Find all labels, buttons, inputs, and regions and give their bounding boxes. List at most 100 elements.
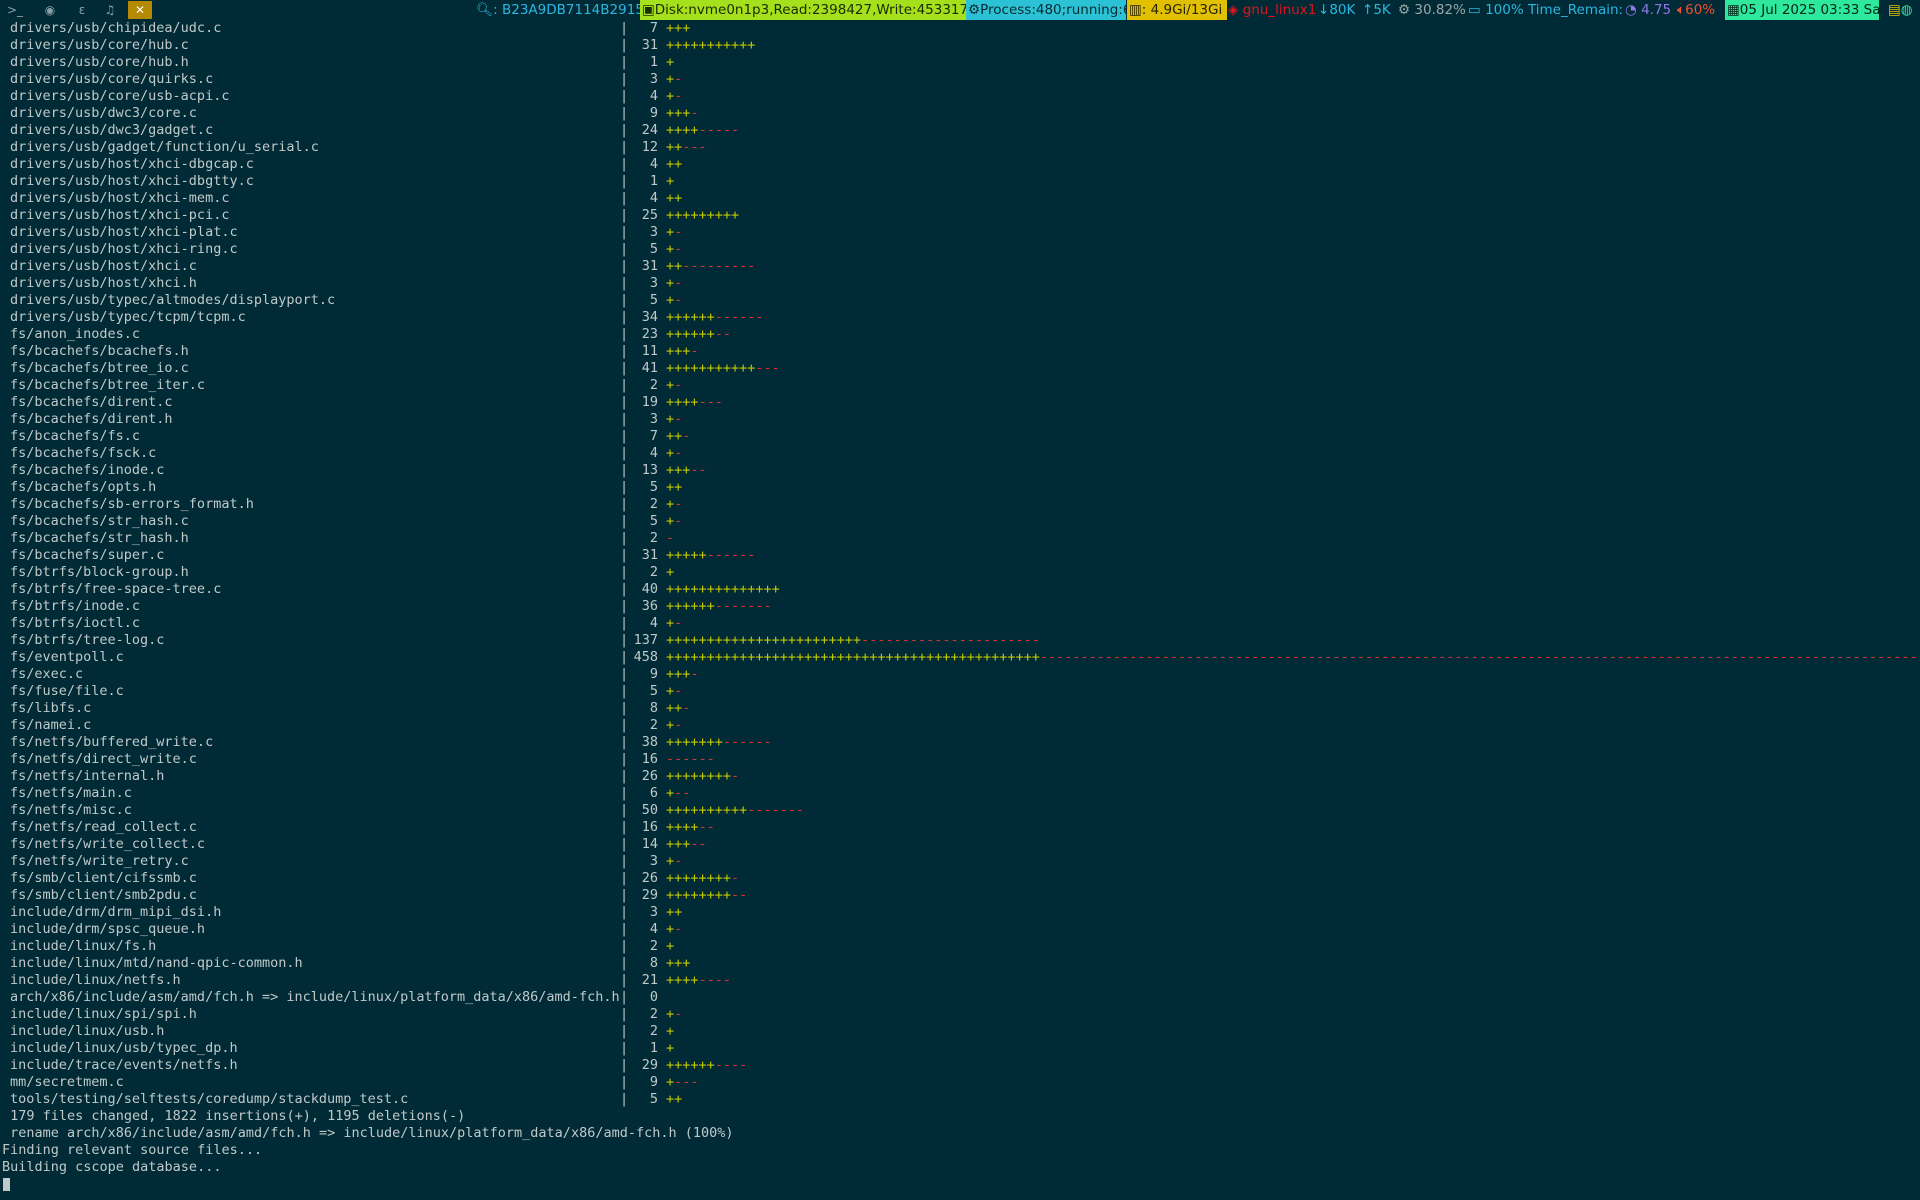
change-graph: +- <box>666 615 682 632</box>
tray-icons[interactable]: ▤◍ <box>1888 0 1913 20</box>
change-graph: + <box>666 173 674 190</box>
file-path: drivers/usb/typec/tcpm/tcpm.c <box>10 309 246 325</box>
workspace-linux-icon[interactable]: ♫ <box>98 1 122 19</box>
change-count: 2 <box>649 530 658 546</box>
workspace-terminal-icon[interactable]: >_ <box>3 1 27 19</box>
diffstat-row: fs/bcachefs/dirent.h | 3 +- <box>0 411 1920 428</box>
column-separator: | <box>620 887 629 903</box>
deletions-graph: - <box>674 292 683 308</box>
workspace-editor-icon[interactable]: ε <box>70 1 94 19</box>
change-graph: + <box>666 564 674 581</box>
insertions-graph: + <box>666 683 675 699</box>
column-separator: | <box>620 1023 629 1039</box>
download-arrow-icon: ↓ <box>1318 2 1330 18</box>
cpu-gear-icon: ⚙ <box>1398 2 1411 18</box>
diffstat-row: fs/anon_inodes.c | 23 ++++++-- <box>0 326 1920 343</box>
change-graph: +++- <box>666 343 699 360</box>
column-separator: | <box>620 445 629 461</box>
column-separator: | <box>620 853 629 869</box>
column-separator: | <box>620 785 629 801</box>
file-path: fs/btrfs/block-group.h <box>10 564 189 580</box>
column-separator: | <box>620 1006 629 1022</box>
insertions-graph: + <box>666 564 675 580</box>
change-count: 34 <box>641 309 658 325</box>
change-graph: +++ <box>666 20 690 37</box>
change-graph: +- <box>666 683 682 700</box>
change-count: 5 <box>649 683 658 699</box>
cpu-text: 30.82% <box>1414 2 1466 18</box>
file-path: fs/bcachefs/fs.c <box>10 428 141 444</box>
deletions-graph: - <box>674 615 683 631</box>
terminal-output[interactable]: drivers/usb/chipidea/udc.c | 7 +++ drivers/u… <box>0 20 1920 1200</box>
tray-network-icon[interactable]: ◍ <box>1901 2 1913 18</box>
change-count: 24 <box>641 122 658 138</box>
change-graph: ++++++++++++++++++++++++----------------… <box>666 632 1040 649</box>
change-graph: ++ <box>666 1091 682 1108</box>
insertions-graph: + <box>666 785 675 801</box>
file-path: fs/netfs/internal.h <box>10 768 165 784</box>
prompt-row[interactable] <box>0 1176 1920 1193</box>
insertions-graph: ++ <box>666 904 683 920</box>
insertions-graph: ++++++ <box>666 1057 715 1073</box>
change-count: 458 <box>633 649 658 665</box>
column-separator: | <box>620 105 629 121</box>
deletions-graph: - <box>690 343 699 359</box>
diffstat-row: include/linux/usb.h | 2 + <box>0 1023 1920 1040</box>
insertions-graph: + <box>666 938 675 954</box>
workspace-tools-icon[interactable]: ✕ <box>128 1 152 19</box>
deletions-graph: ------ <box>666 751 715 767</box>
file-path: fs/bcachefs/fsck.c <box>10 445 157 461</box>
change-count: 7 <box>649 20 658 36</box>
change-graph: + <box>666 1023 674 1040</box>
change-count: 2 <box>649 377 658 393</box>
process-text: Process:480;running:6 <box>980 2 1126 18</box>
file-path: drivers/usb/core/usb-acpi.c <box>10 88 230 104</box>
deletions-graph: ------- <box>714 598 772 614</box>
terminal-cursor[interactable] <box>3 1178 10 1191</box>
tray-app-icon[interactable]: ▤ <box>1888 2 1901 18</box>
column-separator: | <box>620 683 629 699</box>
change-count: 3 <box>649 275 658 291</box>
column-separator: | <box>620 326 629 342</box>
insertions-graph: ++++++++++ <box>666 802 748 818</box>
insertions-graph: +++ <box>666 105 691 121</box>
diffstat-row: fs/bcachefs/dirent.c | 19 ++++--- <box>0 394 1920 411</box>
change-count: 31 <box>641 547 658 563</box>
insertions-graph: ++++++++ <box>666 887 732 903</box>
column-separator: | <box>620 836 629 852</box>
workspace-browser-icon[interactable]: ◉ <box>38 1 62 19</box>
file-path: drivers/usb/chipidea/udc.c <box>10 20 222 36</box>
diffstat-row: drivers/usb/host/xhci-plat.c | 3 +- <box>0 224 1920 241</box>
file-path: drivers/usb/host/xhci.h <box>10 275 197 291</box>
column-separator: | <box>620 768 629 784</box>
change-graph: ++ <box>666 190 682 207</box>
deletions-graph: - <box>674 1006 683 1022</box>
diffstat-row: fs/smb/client/smb2pdu.c | 29 ++++++++-- <box>0 887 1920 904</box>
change-graph: +++++++++++--- <box>666 360 780 377</box>
change-count: 29 <box>641 1057 658 1073</box>
key-icon: 🔍︎ <box>476 2 494 18</box>
diffstat-row: fs/bcachefs/sb-errors_format.h | 2 +- <box>0 496 1920 513</box>
column-separator: | <box>620 530 629 546</box>
column-separator: | <box>620 20 629 36</box>
diffstat-row: fs/bcachefs/btree_iter.c | 2 +- <box>0 377 1920 394</box>
deletions-graph: ---- <box>714 1057 748 1073</box>
file-path: fs/btrfs/free-space-tree.c <box>10 581 222 597</box>
change-graph: ++ <box>666 904 682 921</box>
column-separator: | <box>620 700 629 716</box>
file-path: mm/secretmem.c <box>10 1074 124 1090</box>
deletions-graph: ------ <box>706 547 756 563</box>
insertions-graph: + <box>666 292 675 308</box>
deletions-graph: - <box>674 445 683 461</box>
file-path: include/linux/netfs.h <box>10 972 181 988</box>
change-count: 4 <box>649 445 658 461</box>
file-path: include/trace/events/netfs.h <box>10 1057 238 1073</box>
file-path: drivers/usb/host/xhci-plat.c <box>10 224 238 240</box>
change-count: 9 <box>649 666 658 682</box>
change-count: 41 <box>641 360 658 376</box>
deletions-graph: - <box>731 870 740 886</box>
file-path: drivers/usb/host/xhci-dbgtty.c <box>10 173 254 189</box>
volume-text: 60% <box>1685 2 1716 18</box>
change-count: 12 <box>641 139 658 155</box>
insertions-graph: + <box>666 615 675 631</box>
